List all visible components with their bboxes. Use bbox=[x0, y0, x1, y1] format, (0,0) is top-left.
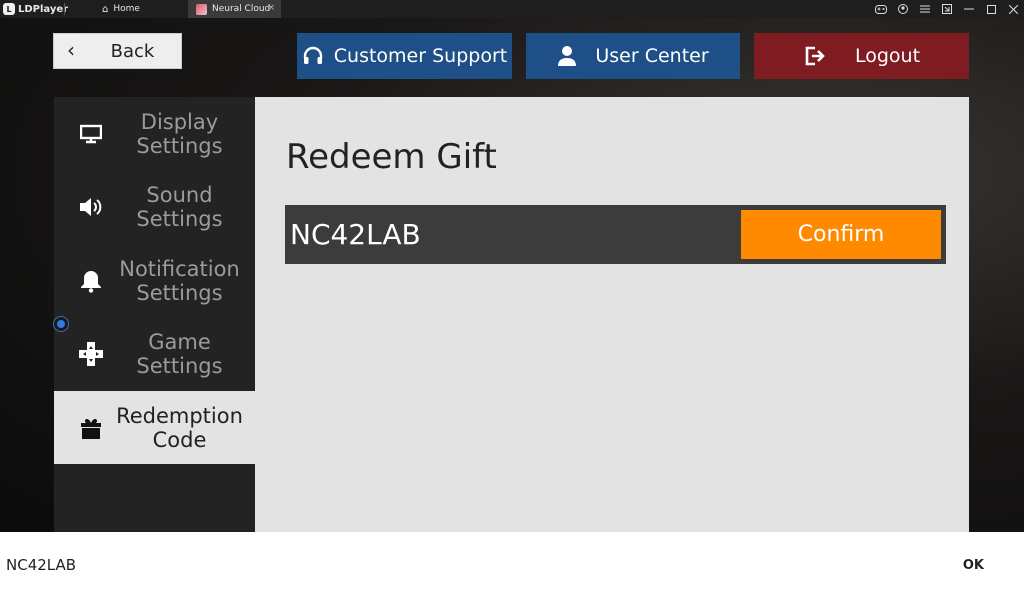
confirm-button[interactable]: Confirm bbox=[741, 210, 941, 259]
game-thumbnail-icon bbox=[196, 3, 207, 15]
app-name: LDPlayer bbox=[18, 3, 69, 15]
sidebar-item-label: Code bbox=[152, 427, 207, 452]
redemption-code-bar: NC42LAB Confirm bbox=[285, 205, 946, 264]
sidebar-item-label: Notification bbox=[119, 256, 240, 281]
user-icon bbox=[557, 45, 577, 67]
window-controls bbox=[870, 0, 1024, 18]
ime-text-field[interactable]: NC42LAB bbox=[6, 556, 76, 574]
home-icon: ⌂ bbox=[102, 3, 109, 15]
minimize-icon[interactable] bbox=[958, 0, 980, 18]
back-button[interactable]: ‹ Back bbox=[53, 33, 182, 69]
gift-icon bbox=[78, 415, 104, 441]
tab-neural-cloud-label: Neural Cloud bbox=[212, 4, 271, 14]
sidebar-item-label: Settings bbox=[136, 280, 223, 305]
floating-indicator-dot[interactable] bbox=[54, 317, 68, 331]
logout-label: Logout bbox=[854, 45, 921, 67]
close-window-icon[interactable] bbox=[1002, 0, 1024, 18]
bell-icon bbox=[78, 268, 104, 294]
sidebar-item-display-settings[interactable]: Display Settings bbox=[54, 97, 255, 170]
account-icon[interactable] bbox=[892, 0, 914, 18]
tab-neural-cloud[interactable]: Neural Cloud × bbox=[188, 0, 281, 18]
settings-sidebar: Display Settings Sound Settings Notifica… bbox=[54, 97, 255, 532]
sidebar-item-label: Game bbox=[148, 329, 211, 354]
sidebar-toggle-icon[interactable] bbox=[936, 0, 958, 18]
back-button-label: Back bbox=[110, 40, 155, 62]
chevron-left-icon: ‹ bbox=[67, 38, 75, 62]
sidebar-item-label: Settings bbox=[136, 353, 223, 378]
gamepad-dpad-icon bbox=[78, 341, 104, 367]
user-center-label: User Center bbox=[595, 45, 709, 67]
maximize-icon[interactable] bbox=[980, 0, 1002, 18]
tab-home-label: Home bbox=[113, 4, 140, 14]
sidebar-item-label: Display bbox=[140, 109, 219, 134]
ime-input-bar: NC42LAB OK bbox=[0, 532, 1024, 597]
logout-button[interactable]: Logout bbox=[754, 33, 969, 79]
sidebar-item-redemption-code[interactable]: Redemption Code bbox=[54, 391, 255, 464]
redemption-code-input[interactable]: NC42LAB bbox=[290, 205, 421, 264]
app-logo: L LDPlayer bbox=[3, 2, 68, 16]
emulator-titlebar: L LDPlayer ⌂ Home Neural Cloud × bbox=[0, 0, 1024, 18]
tab-home[interactable]: ⌂ Home bbox=[94, 0, 186, 18]
sidebar-item-label: Settings bbox=[136, 206, 223, 231]
titlebar-divider bbox=[64, 3, 65, 15]
ldplayer-logo-icon: L bbox=[3, 3, 15, 15]
sidebar-item-label: Redemption bbox=[116, 403, 243, 428]
ime-ok-button[interactable]: OK bbox=[963, 558, 984, 573]
customer-support-button[interactable]: Customer Support bbox=[297, 33, 512, 79]
monitor-icon bbox=[78, 121, 104, 147]
headset-icon bbox=[302, 45, 324, 67]
game-viewport: ‹ Back Customer Support User Center Logo… bbox=[0, 18, 1024, 532]
customer-support-label: Customer Support bbox=[333, 45, 508, 67]
sidebar-item-sound-settings[interactable]: Sound Settings bbox=[54, 170, 255, 243]
logout-icon bbox=[803, 45, 825, 67]
user-center-button[interactable]: User Center bbox=[526, 33, 740, 79]
redeem-gift-panel: Redeem Gift NC42LAB Confirm bbox=[255, 97, 969, 532]
speaker-icon bbox=[78, 194, 104, 220]
menu-icon[interactable] bbox=[914, 0, 936, 18]
sidebar-item-notification-settings[interactable]: Notification Settings bbox=[54, 244, 255, 317]
sidebar-item-game-settings[interactable]: Game Settings bbox=[54, 317, 255, 390]
sidebar-item-label: Sound bbox=[146, 182, 213, 207]
close-tab-icon[interactable]: × bbox=[267, 3, 275, 13]
page-title: Redeem Gift bbox=[286, 137, 497, 177]
sidebar-item-label: Settings bbox=[136, 133, 223, 158]
gamepad-icon[interactable] bbox=[870, 0, 892, 18]
